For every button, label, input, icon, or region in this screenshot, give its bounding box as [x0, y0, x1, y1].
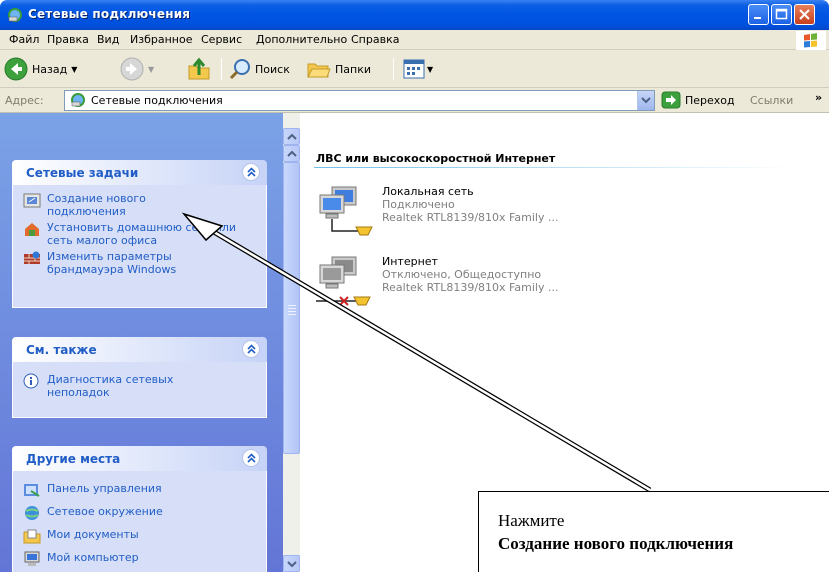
instruction-callout: Нажмите Создание нового подключения	[478, 491, 829, 572]
callout-line-1: Нажмите	[498, 511, 565, 530]
callout-line-2: Создание нового подключения	[498, 534, 734, 553]
annotation-arrow	[181, 212, 652, 493]
